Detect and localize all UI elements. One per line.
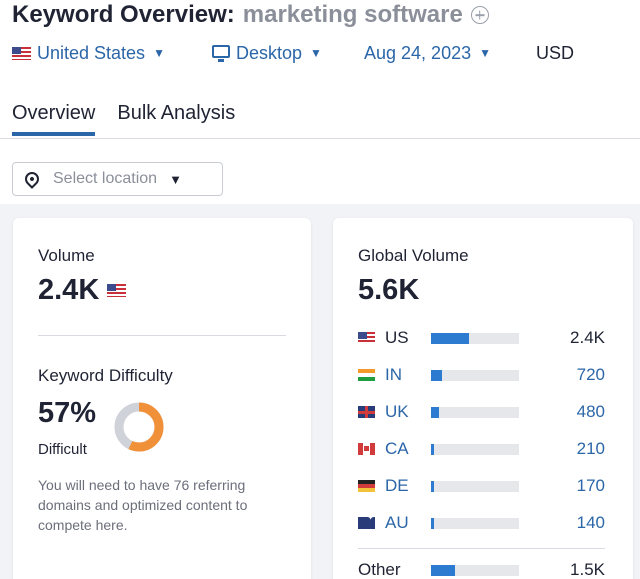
date-label: Aug 24, 2023 [364,42,472,63]
location-pin-icon [22,169,42,189]
keyword-title: marketing software [242,1,463,28]
tab-bulk-analysis[interactable]: Bulk Analysis [117,96,235,136]
page-title: Keyword Overview: [12,1,235,28]
country-volume-bar-fill [431,517,434,529]
date-dropdown[interactable]: Aug 24, 2023 ▼ [364,43,491,64]
uk-flag-icon [358,406,375,418]
card-divider [38,335,286,336]
country-volume-bar [431,480,519,492]
country-row-de[interactable]: DE 170 [358,475,605,497]
country-volume-bar-fill [431,564,455,576]
country-dropdown[interactable]: United States ▼ [12,43,165,64]
chevron-down-icon: ▼ [310,46,322,60]
country-row-au[interactable]: AU 140 [358,512,605,534]
device-dropdown[interactable]: Desktop ▼ [212,43,322,64]
country-volume-bar-fill [431,406,439,418]
country-volume-bar-fill [431,369,443,381]
country-row-ca[interactable]: CA 210 [358,438,605,460]
country-volume-value[interactable]: 480 [577,402,605,422]
country-volume-bar-fill [431,480,434,492]
canada-flag-icon [358,443,375,455]
country-code[interactable]: CA [385,439,431,459]
country-volume-bar [431,517,519,529]
country-volume-value[interactable]: 170 [577,476,605,496]
global-volume-label: Global Volume [358,246,469,265]
volume-value: 2.4K [38,274,100,306]
country-row-in[interactable]: IN 720 [358,364,605,386]
country-volume-bar [431,564,519,576]
country-volume-bar [431,443,519,455]
country-row-other: Other 1.5K [358,559,605,579]
card-divider [358,548,605,549]
us-flag-icon [12,46,31,60]
country-code[interactable]: AU [385,513,431,533]
germany-flag-icon [358,480,375,492]
kd-description: You will need to have 76 referring domai… [38,477,248,533]
country-label: United States [37,42,146,63]
volume-label: Volume [38,246,95,265]
tab-bar: Overview Bulk Analysis [12,96,257,136]
country-code[interactable]: UK [385,402,431,422]
country-volume-bar [431,332,519,344]
volume-card: Volume 2.4K Keyword Difficulty 57% Diffi… [13,218,311,579]
india-flag-icon [358,369,375,381]
country-volume-bar [431,369,519,381]
chevron-down-icon: ▼ [169,171,182,187]
us-flag-icon [107,284,127,297]
plus-circle-icon[interactable] [470,6,489,24]
country-code[interactable]: IN [385,365,431,385]
kd-donut-chart [114,402,164,452]
kd-value: 57% [38,397,97,429]
tab-divider [0,138,640,139]
country-code[interactable]: DE [385,476,431,496]
country-volume-bar [431,406,519,418]
kd-label: Keyword Difficulty [38,366,173,385]
australia-flag-icon [358,513,375,529]
global-volume-value: 5.6K [358,274,420,306]
country-row-uk[interactable]: UK 480 [358,401,605,423]
country-volume-value: 2.4K [570,328,605,347]
country-volume-bar-fill [431,443,435,455]
page-title-row: Keyword Overview: marketing software [12,0,489,30]
global-volume-card: Global Volume 5.6K US 2.4K IN 720 UK 480… [333,218,633,579]
other-value: 1.5K [570,560,605,579]
location-placeholder: Select location [53,170,158,187]
other-label: Other [358,560,401,579]
device-label: Desktop [236,42,303,63]
filter-bar: United States ▼ Desktop ▼ Aug 24, 2023 ▼… [12,40,640,66]
country-volume-value[interactable]: 140 [577,513,605,533]
country-volume-bar-fill [431,332,469,344]
volume-value-row: 2.4K [38,274,132,307]
currency-label: USD [536,42,575,63]
country-code: US [385,328,409,347]
country-volume-value[interactable]: 210 [577,439,605,459]
us-flag-icon [358,332,375,344]
tab-overview[interactable]: Overview [12,96,96,136]
country-volume-value[interactable]: 720 [577,365,605,385]
country-row-us: US 2.4K [358,327,605,349]
chevron-down-icon: ▼ [153,46,165,60]
desktop-icon [212,44,230,62]
kd-rating: Difficult [38,441,87,458]
chevron-down-icon: ▼ [479,46,491,60]
location-select[interactable]: Select location ▼ [12,162,223,196]
